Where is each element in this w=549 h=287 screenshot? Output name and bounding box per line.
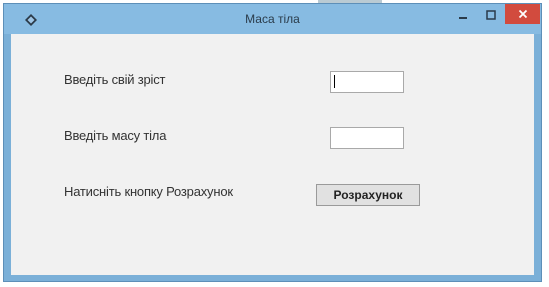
height-label: Введіть свій зріст <box>64 72 166 87</box>
height-field-wrapper <box>330 71 404 93</box>
app-window: Маса тіла Введіть свій зріст Введіть мас… <box>3 3 542 282</box>
text-caret <box>334 75 335 88</box>
mass-label: Введіть масу тіла <box>64 128 167 143</box>
form-client-area: Введіть свій зріст Введіть масу тіла Нат… <box>11 34 534 275</box>
calculate-button[interactable]: Розрахунок <box>316 184 420 206</box>
height-input[interactable] <box>330 71 404 93</box>
close-icon <box>518 9 527 19</box>
close-button[interactable] <box>505 4 540 24</box>
minimize-icon <box>459 17 467 19</box>
button-hint-label: Натисніть кнопку Розрахунок <box>64 184 233 199</box>
title-bar[interactable]: Маса тіла <box>4 4 541 34</box>
minimize-button[interactable] <box>449 4 477 26</box>
maximize-button[interactable] <box>477 4 505 26</box>
mass-input[interactable] <box>330 127 404 149</box>
maximize-icon <box>486 10 496 20</box>
